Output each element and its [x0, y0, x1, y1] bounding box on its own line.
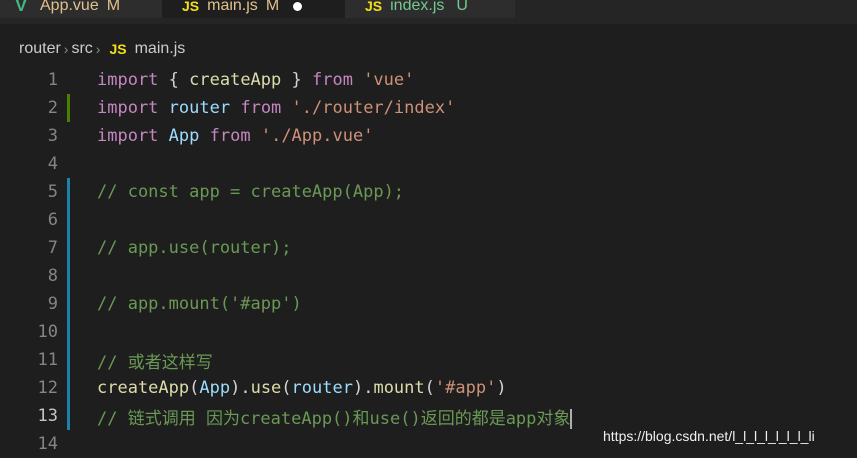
- code-line-active: 13 // 链式调用 因为createApp()和use()返回的都是app对象: [0, 402, 857, 430]
- code-comment: // app.mount('#app'): [97, 294, 302, 314]
- git-status-badge: M: [265, 0, 280, 14]
- line-number: 7: [47, 238, 58, 258]
- code-comment: // 链式调用 因为createApp()和use()返回的都是app对象: [97, 408, 571, 429]
- line-number: 14: [37, 434, 58, 454]
- tab-label: main.js: [207, 0, 258, 14]
- code-comment: // app.use(router);: [97, 238, 292, 258]
- code-line: 8: [0, 262, 857, 290]
- code-line: 4: [0, 150, 857, 178]
- code-line: 5 // const app = createApp(App);: [0, 178, 857, 206]
- js-file-icon: JS: [365, 0, 383, 14]
- code-line: 10: [0, 318, 857, 346]
- line-number: 12: [37, 378, 58, 398]
- git-status-badge: U: [456, 0, 468, 14]
- editor-tab-bar: V App.vue M JS main.js M JS index.js U: [0, 0, 857, 24]
- code-line: 7 // app.use(router);: [0, 234, 857, 262]
- git-modified-marker[interactable]: [67, 346, 70, 374]
- code-editor[interactable]: 1 import { createApp } from 'vue' 2 impo…: [0, 66, 857, 457]
- vue-file-icon: V: [15, 0, 27, 15]
- code-text: // 链式调用 因为createApp()和use()返回的都是app对象: [97, 404, 573, 429]
- line-number: 5: [47, 182, 58, 202]
- code-line: 9 // app.mount('#app'): [0, 290, 857, 318]
- tab-main-js[interactable]: JS main.js M: [162, 0, 345, 18]
- js-file-icon: JS: [109, 41, 127, 57]
- line-number: 8: [47, 266, 58, 286]
- breadcrumb: router › src › JS main.js: [0, 36, 857, 62]
- tab-app-vue[interactable]: V App.vue M: [0, 0, 162, 18]
- git-modified-marker[interactable]: [67, 318, 70, 346]
- git-modified-marker[interactable]: [67, 178, 70, 206]
- text-cursor: [570, 408, 573, 429]
- code-comment: // 或者这样写: [97, 352, 213, 373]
- tab-label: index.js: [390, 0, 445, 14]
- code-text: import App from './App.vue': [97, 126, 374, 146]
- code-line: 2 import router from './router/index': [0, 94, 857, 122]
- git-modified-marker[interactable]: [67, 206, 70, 234]
- code-line: 1 import { createApp } from 'vue': [0, 66, 857, 94]
- git-modified-marker[interactable]: [67, 234, 70, 262]
- chevron-right-icon: ›: [95, 41, 101, 57]
- code-comment: // const app = createApp(App);: [97, 182, 405, 202]
- line-number: 3: [47, 126, 58, 146]
- watermark-text: https://blog.csdn.net/l_l_l_l_l_l_l_li: [603, 428, 815, 444]
- code-text: import { createApp } from 'vue': [97, 70, 415, 90]
- breadcrumb-item-router[interactable]: router: [19, 40, 61, 58]
- line-number: 2: [47, 98, 58, 118]
- line-number: 10: [37, 322, 58, 342]
- js-file-icon: JS: [182, 0, 200, 14]
- line-number: 6: [47, 210, 58, 230]
- line-number: 9: [47, 294, 58, 314]
- breadcrumb-item-src[interactable]: src: [71, 40, 92, 58]
- code-text: createApp(App).use(router).mount('#app'): [97, 378, 507, 398]
- code-line: 3 import App from './App.vue': [0, 122, 857, 150]
- line-number: 1: [47, 70, 58, 90]
- tab-label: App.vue: [40, 0, 99, 14]
- git-status-badge: M: [106, 0, 121, 14]
- tab-index-js[interactable]: JS index.js U: [345, 0, 515, 18]
- git-modified-marker[interactable]: [67, 374, 70, 402]
- git-modified-marker[interactable]: [67, 290, 70, 318]
- code-text: import router from './router/index': [97, 98, 456, 118]
- line-number: 11: [37, 350, 58, 370]
- git-modified-marker[interactable]: [67, 402, 70, 430]
- breadcrumb-item-file[interactable]: main.js: [135, 40, 186, 58]
- unsaved-dot-icon[interactable]: [293, 1, 303, 11]
- chevron-right-icon: ›: [63, 41, 69, 57]
- line-number: 4: [47, 154, 58, 174]
- git-modified-marker[interactable]: [67, 262, 70, 290]
- line-number: 13: [37, 406, 58, 426]
- code-line: 6: [0, 206, 857, 234]
- git-added-marker[interactable]: [67, 94, 70, 122]
- code-line: 11 // 或者这样写: [0, 346, 857, 374]
- code-line: 12 createApp(App).use(router).mount('#ap…: [0, 374, 857, 402]
